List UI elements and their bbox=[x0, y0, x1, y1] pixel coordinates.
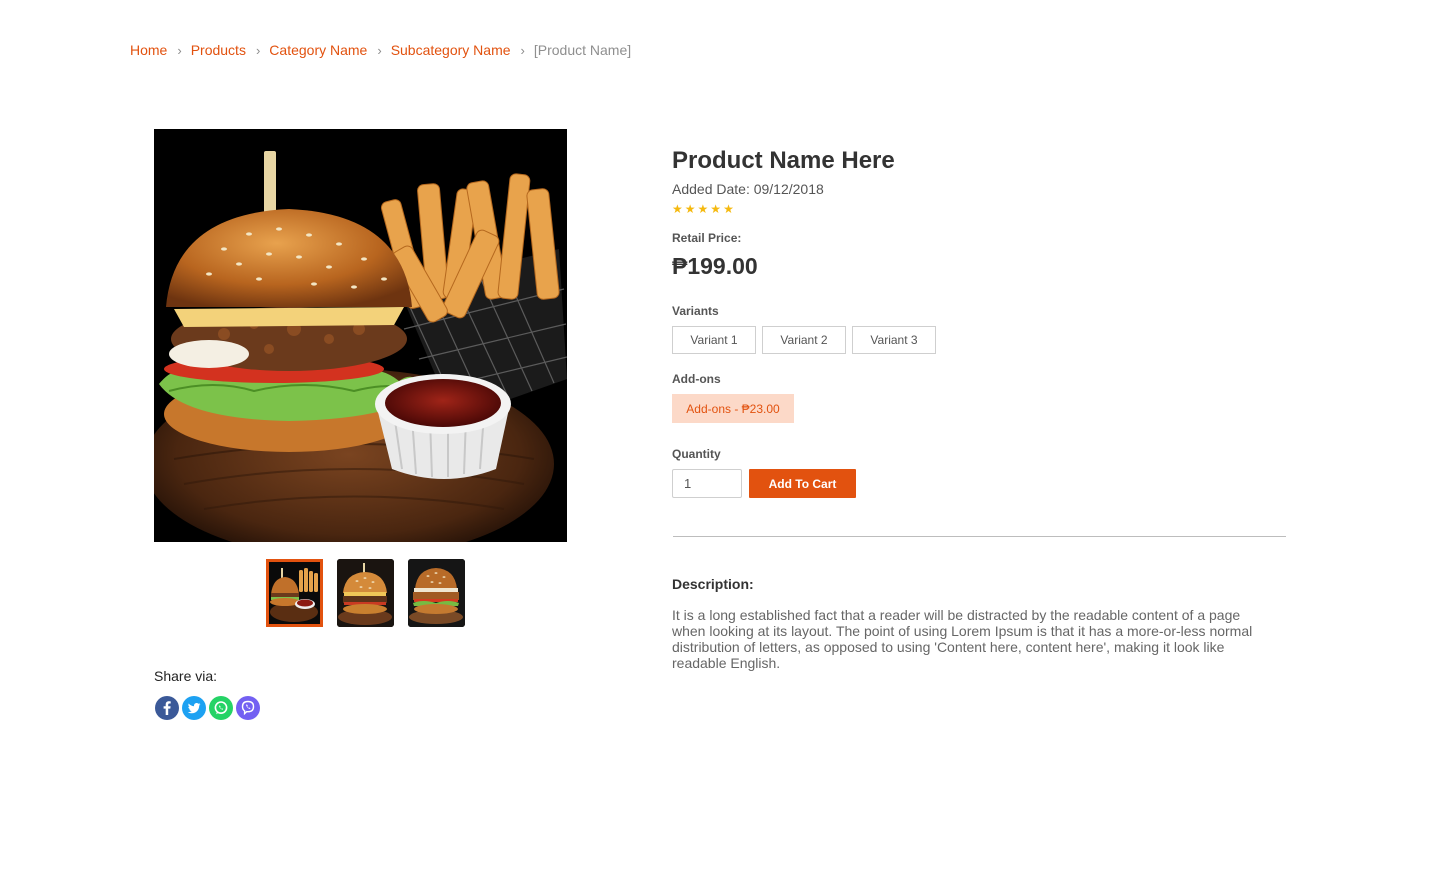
breadcrumb-separator: › bbox=[520, 42, 525, 58]
facebook-icon[interactable] bbox=[155, 696, 179, 720]
description-text: It is a long established fact that a rea… bbox=[672, 607, 1253, 671]
variant-options: Variant 1 Variant 2 Variant 3 bbox=[672, 326, 936, 354]
quantity-input[interactable] bbox=[672, 469, 742, 498]
thumbnail-1[interactable] bbox=[266, 559, 323, 627]
viber-icon[interactable] bbox=[236, 696, 260, 720]
quantity-label: Quantity bbox=[672, 447, 721, 461]
addon-option-button[interactable]: Add-ons - ₱23.00 bbox=[672, 394, 794, 423]
star-icon: ★ bbox=[684, 202, 696, 216]
breadcrumb-separator: › bbox=[177, 42, 182, 58]
product-price: ₱199.00 bbox=[672, 253, 758, 279]
addons-label: Add-ons bbox=[672, 372, 721, 386]
added-date: Added Date: 09/12/2018 bbox=[672, 181, 824, 197]
variant-1-button[interactable]: Variant 1 bbox=[672, 326, 756, 354]
burger-with-fries-photo bbox=[154, 129, 567, 542]
star-icon: ★ bbox=[710, 202, 722, 216]
breadcrumb-separator: › bbox=[377, 42, 382, 58]
twitter-icon[interactable] bbox=[182, 696, 206, 720]
breadcrumb-home-link[interactable]: Home bbox=[130, 42, 167, 58]
product-title: Product Name Here bbox=[672, 147, 895, 174]
share-icons bbox=[155, 696, 260, 720]
thumbnail-3[interactable] bbox=[408, 559, 465, 627]
thumbnail-2[interactable] bbox=[337, 559, 394, 627]
add-to-cart-button[interactable]: Add To Cart bbox=[749, 469, 856, 498]
variant-3-button[interactable]: Variant 3 bbox=[852, 326, 936, 354]
share-label: Share via: bbox=[154, 668, 218, 684]
breadcrumb-separator: › bbox=[255, 42, 261, 58]
description-label: Description: bbox=[672, 576, 754, 592]
burger-with-fries-thumb bbox=[269, 562, 320, 624]
chicken-burger-thumb bbox=[408, 559, 465, 627]
product-main-image bbox=[154, 129, 567, 542]
variants-label: Variants bbox=[672, 304, 719, 318]
star-rating: ★ ★ ★ ★ ★ bbox=[672, 202, 734, 216]
variant-2-button[interactable]: Variant 2 bbox=[762, 326, 846, 354]
divider bbox=[673, 536, 1286, 537]
breadcrumb-category-link[interactable]: Category Name bbox=[269, 42, 367, 58]
breadcrumb-products-link[interactable]: Products bbox=[191, 42, 246, 58]
whatsapp-icon[interactable] bbox=[209, 696, 233, 720]
star-icon: ★ bbox=[697, 202, 709, 216]
retail-price-label: Retail Price: bbox=[672, 231, 742, 245]
burger-thumb bbox=[337, 559, 394, 627]
thumbnail-gallery bbox=[266, 559, 465, 627]
breadcrumb: Home › Products › Category Name › Subcat… bbox=[130, 42, 631, 58]
star-icon: ★ bbox=[723, 202, 734, 216]
star-icon: ★ bbox=[672, 202, 683, 216]
breadcrumb-subcategory-link[interactable]: Subcategory Name bbox=[391, 42, 511, 58]
breadcrumb-current-page: [Product Name] bbox=[533, 42, 632, 58]
